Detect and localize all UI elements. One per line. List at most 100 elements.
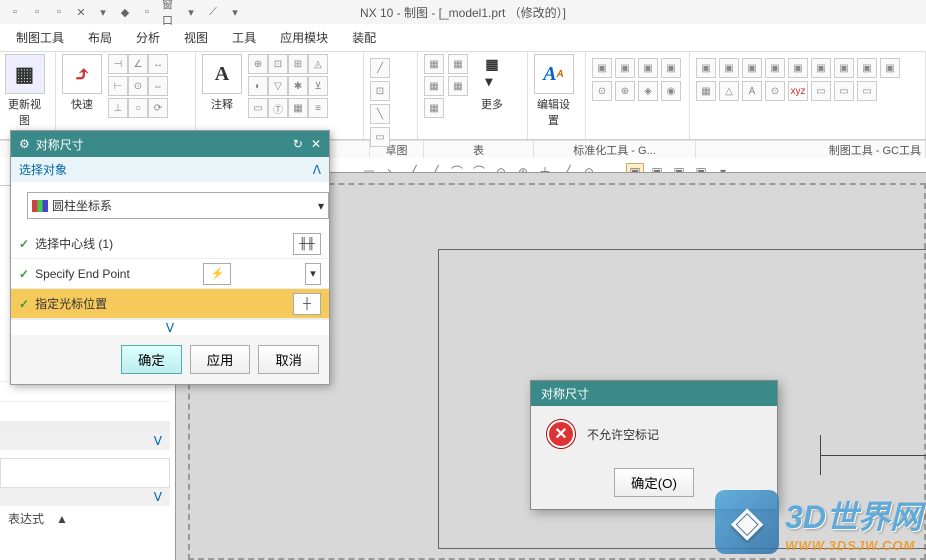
qat-icon[interactable]: ▫ [139,4,155,20]
csys-dropdown[interactable]: 圆柱坐标系 ▾ [27,192,329,219]
error-ok-button[interactable]: 确定(O) [614,468,694,497]
qat-icon[interactable]: ✕ [73,4,89,20]
update-view-icon[interactable]: ▦ [5,54,45,94]
list-item[interactable] [0,402,170,422]
ribbon-tool-icon[interactable]: ▭ [811,81,831,101]
select-centerline-row[interactable]: ✓ 选择中心线 (1) ╫╫ [11,229,329,259]
ribbon-tool-icon[interactable]: ╱ [370,58,390,78]
ribbon-tool-icon[interactable]: ⊥ [108,98,128,118]
cursor-point-icon[interactable]: ┼ [293,293,321,315]
ribbon-tool-icon[interactable]: ⊞ [288,54,308,74]
menu-analysis[interactable]: 分析 [124,25,172,50]
ribbon-tool-icon[interactable]: ▦ [424,76,444,96]
ribbon-tool-icon[interactable]: Ⓣ [268,98,288,118]
edit-settings-icon[interactable]: AA [534,54,574,94]
ribbon-tool-icon[interactable]: ▣ [811,58,831,78]
expression-row[interactable]: 表达式 ▲ [0,506,170,531]
ribbon-tool-icon[interactable]: ▭ [857,81,877,101]
annotation-icon[interactable]: A [202,54,242,94]
ribbon-tool-icon[interactable]: ✱ [288,76,308,96]
ribbon-tool-icon[interactable]: ⊻ [308,76,328,96]
ribbon-tool-icon[interactable]: ▣ [661,58,681,78]
ribbon-tool-icon[interactable]: ⊡ [370,81,390,101]
panel-collapse[interactable]: ᐯ [0,488,170,506]
ribbon-tool-icon[interactable]: ╲ [370,104,390,124]
menu-layout[interactable]: 布局 [76,25,124,50]
ribbon-tool-icon[interactable]: ▦ [448,76,468,96]
ribbon-tool-icon[interactable]: ▣ [857,58,877,78]
close-icon[interactable]: ✕ [311,137,321,151]
sort-icon[interactable]: ▲ [56,512,68,526]
ribbon-tool-icon[interactable]: ⊙ [592,81,612,101]
group-table[interactable]: 表 [424,141,534,158]
menu-tools[interactable]: 工具 [220,25,268,50]
ribbon-tool-icon[interactable]: ▣ [696,58,716,78]
ribbon-tool-icon[interactable]: ⊕ [615,81,635,101]
list-item[interactable] [0,382,170,402]
ribbon-tool-icon[interactable]: ▭ [834,81,854,101]
ribbon-tool-icon[interactable]: ○ [128,98,148,118]
ribbon-tool-icon[interactable]: ⇔ [148,76,168,96]
ribbon-tool-icon[interactable]: A [742,81,762,101]
qat-icon[interactable]: ▾ [95,4,111,20]
menu-assembly[interactable]: 装配 [340,25,388,50]
window-menu[interactable]: 窗口 [161,4,177,20]
ribbon-tool-icon[interactable]: ⊙ [128,76,148,96]
ribbon-tool-icon[interactable]: ⊣ [108,54,128,74]
ribbon-tool-icon[interactable]: ▣ [638,58,658,78]
ribbon-tool-icon[interactable]: ∠ [128,54,148,74]
ribbon-tool-icon[interactable]: ◬ [308,54,328,74]
scrollbar[interactable] [0,422,170,432]
ribbon-tool-icon[interactable]: ◉ [661,81,681,101]
panel-collapse[interactable]: ᐯ [0,432,170,450]
ribbon-tool-icon[interactable]: ⊙ [765,81,785,101]
apply-button[interactable]: 应用 [190,345,251,374]
ribbon-tool-icon[interactable]: △ [719,81,739,101]
menu-application[interactable]: 应用模块 [268,25,340,50]
ribbon-tool-icon[interactable]: ⟳ [148,98,168,118]
quick-icon[interactable]: ⤴ [62,54,102,94]
qat-icon[interactable]: ▾ [183,4,199,20]
collapse-icon[interactable]: ᐯ [11,319,329,335]
ribbon-tool-icon[interactable]: ▣ [719,58,739,78]
menu-view[interactable]: 视图 [172,25,220,50]
dialog-titlebar[interactable]: ⚙ 对称尺寸 ↻ ✕ [11,131,329,157]
ribbon-tool-icon[interactable]: ◈ [638,81,658,101]
ribbon-tool-icon[interactable]: ◐ [248,76,268,96]
qat-icon[interactable]: ⟋ [205,4,221,20]
dialog-section-header[interactable]: 选择对象 ᐱ [11,157,329,182]
cancel-button[interactable]: 取消 [258,345,319,374]
ribbon-tool-icon[interactable]: ⊕ [248,54,268,74]
centerline-type-icon[interactable]: ╫╫ [293,233,321,255]
specify-cursor-row[interactable]: ✓ 指定光标位置 ┼ [11,289,329,319]
qat-icon[interactable]: ▾ [227,4,243,20]
ribbon-tool-icon[interactable]: xyz [788,81,808,101]
ribbon-tool-icon[interactable]: ▣ [742,58,762,78]
more-icon[interactable]: ▦▾ [472,54,512,94]
ribbon-tool-icon[interactable]: ↔ [148,54,168,74]
ribbon-tool-icon[interactable]: ▦ [424,98,444,118]
ribbon-tool-icon[interactable]: ▦ [288,98,308,118]
ribbon-tool-icon[interactable]: ⊡ [268,54,288,74]
ribbon-tool-icon[interactable]: ▣ [592,58,612,78]
ribbon-tool-icon[interactable]: ▣ [834,58,854,78]
qat-icon[interactable]: ▫ [7,4,23,20]
ribbon-tool-icon[interactable]: ▣ [615,58,635,78]
ribbon-tool-icon[interactable]: ▣ [788,58,808,78]
ribbon-tool-icon[interactable]: ≡ [308,98,328,118]
qat-icon[interactable]: ▫ [51,4,67,20]
gear-icon[interactable]: ⚙ [19,137,30,151]
specify-endpoint-row[interactable]: ✓ Specify End Point ⚡ ▾ [11,259,329,289]
ribbon-tool-icon[interactable]: ▭ [370,127,390,147]
qat-icon[interactable]: ◆ [117,4,133,20]
refresh-icon[interactable]: ↻ [293,137,303,151]
group-std-tools[interactable]: 标准化工具 - G... [534,141,696,158]
group-gc-tools[interactable]: 制图工具 - GC工具 [696,141,926,158]
ribbon-tool-icon[interactable]: ▽ [268,76,288,96]
qat-icon[interactable]: ▫ [29,4,45,20]
endpoint-icon[interactable]: ⚡ [203,263,231,285]
ribbon-tool-icon[interactable]: ▭ [248,98,268,118]
ribbon-tool-icon[interactable]: ▦ [696,81,716,101]
ribbon-tool-icon[interactable]: ▦ [448,54,468,74]
error-title[interactable]: 对称尺寸 [531,381,777,406]
